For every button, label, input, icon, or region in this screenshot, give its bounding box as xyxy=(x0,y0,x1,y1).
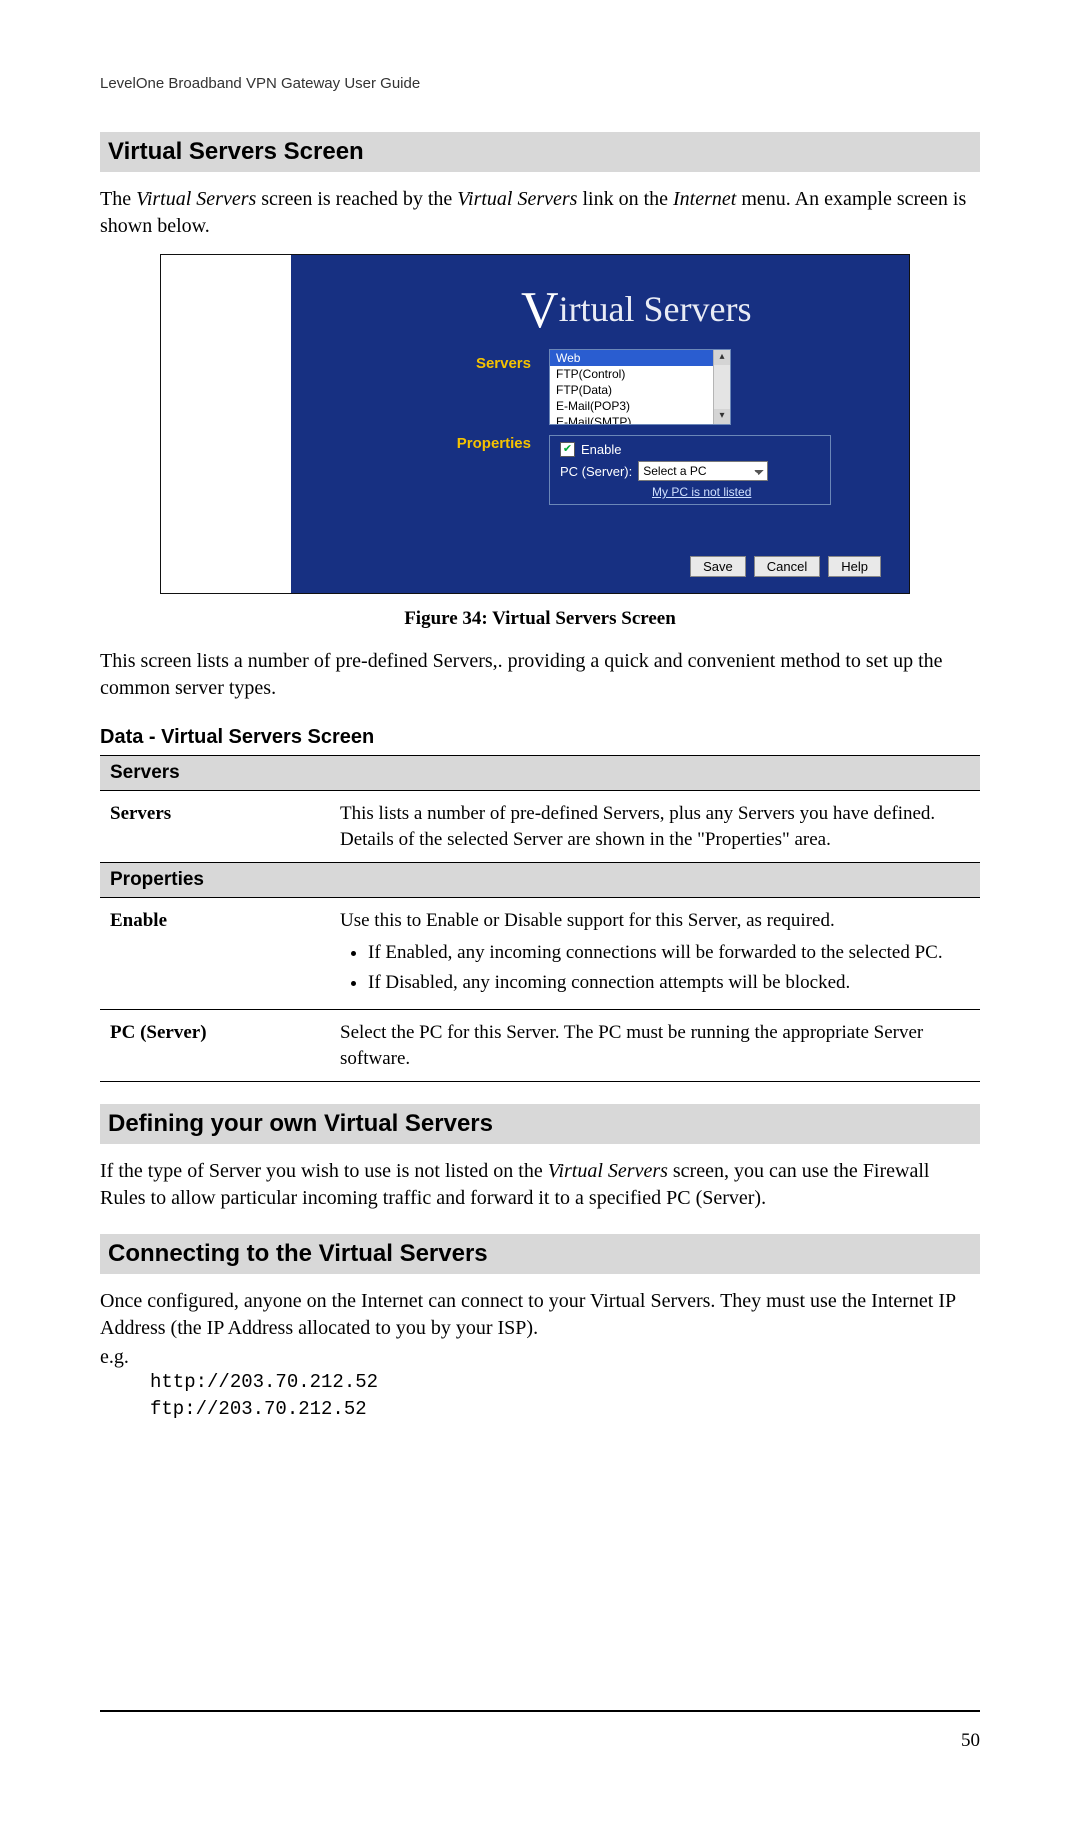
text-italic: Virtual Servers xyxy=(136,188,256,210)
help-button[interactable]: Help xyxy=(828,556,881,577)
scrollbar[interactable]: ▴ ▾ xyxy=(713,350,730,424)
section-heading-virtual-servers: Virtual Servers Screen xyxy=(100,132,980,172)
list-item[interactable]: Web xyxy=(550,350,730,366)
title-initial: V xyxy=(521,282,559,339)
title-rest: irtual Servers xyxy=(559,289,752,329)
example-url: http://203.70.212.52 xyxy=(150,1369,980,1396)
screenshot-virtual-servers: Virtual Servers Servers Properties Web F… xyxy=(160,254,910,594)
table-row: Enable Use this to Enable or Disable sup… xyxy=(100,898,980,1010)
list-item[interactable]: E-Mail(POP3) xyxy=(550,398,730,414)
text: Use this to Enable or Disable support fo… xyxy=(340,910,835,931)
defining-paragraph: If the type of Server you wish to use is… xyxy=(100,1158,980,1212)
table-row: Servers This lists a number of pre-defin… xyxy=(100,791,980,863)
section-heading-connecting: Connecting to the Virtual Servers xyxy=(100,1234,980,1274)
text-italic: Virtual Servers xyxy=(548,1160,668,1182)
screenshot-title: Virtual Servers xyxy=(521,281,752,340)
row-text: This lists a number of pre-defined Serve… xyxy=(330,791,980,863)
button-row: Save Cancel Help xyxy=(690,556,881,577)
document-header: LevelOne Broadband VPN Gateway User Guid… xyxy=(100,75,980,92)
save-button[interactable]: Save xyxy=(690,556,746,577)
table-section-servers: Servers xyxy=(100,756,980,791)
bullet: If Disabled, any incoming connection att… xyxy=(368,970,970,996)
row-label: Enable xyxy=(100,898,330,1010)
text-italic: Virtual Servers xyxy=(457,188,577,210)
row-text: Use this to Enable or Disable support fo… xyxy=(330,898,980,1010)
text: link on the xyxy=(577,188,673,210)
data-table: Servers Servers This lists a number of p… xyxy=(100,755,980,1082)
list-item[interactable]: E-Mail(SMTP) xyxy=(550,414,730,425)
table-section-properties: Properties xyxy=(100,863,980,898)
text: If the type of Server you wish to use is… xyxy=(100,1160,548,1182)
intro-paragraph: The Virtual Servers screen is reached by… xyxy=(100,186,980,240)
example-url: ftp://203.70.212.52 xyxy=(150,1396,980,1423)
section-heading-defining: Defining your own Virtual Servers xyxy=(100,1104,980,1144)
bullet: If Enabled, any incoming connections wil… xyxy=(368,940,970,966)
list-item[interactable]: FTP(Control) xyxy=(550,366,730,382)
label-servers: Servers xyxy=(411,355,531,372)
torn-edge-decoration xyxy=(161,255,291,594)
enable-checkbox[interactable]: ✔ xyxy=(560,442,575,457)
pc-server-select[interactable]: Select a PC xyxy=(638,461,768,481)
list-item[interactable]: FTP(Data) xyxy=(550,382,730,398)
text: screen is reached by the xyxy=(256,188,457,210)
page-number: 50 xyxy=(961,1730,980,1752)
page: LevelOne Broadband VPN Gateway User Guid… xyxy=(0,0,1080,1822)
table-row: PC (Server) Select the PC for this Serve… xyxy=(100,1010,980,1082)
cancel-button[interactable]: Cancel xyxy=(754,556,820,577)
servers-listbox[interactable]: Web FTP(Control) FTP(Data) E-Mail(POP3) … xyxy=(549,349,731,425)
scroll-up-icon[interactable]: ▴ xyxy=(714,350,730,365)
example-block: http://203.70.212.52 ftp://203.70.212.52 xyxy=(150,1369,980,1422)
text: The xyxy=(100,188,136,210)
properties-panel: ✔ Enable PC (Server): Select a PC My PC … xyxy=(549,435,831,505)
row-label: PC (Server) xyxy=(100,1010,330,1082)
scroll-down-icon[interactable]: ▾ xyxy=(714,409,730,424)
subsection-heading-data: Data - Virtual Servers Screen xyxy=(100,726,980,749)
my-pc-not-listed-link[interactable]: My PC is not listed xyxy=(652,485,751,499)
connecting-paragraph: Once configured, anyone on the Internet … xyxy=(100,1288,980,1342)
label-properties: Properties xyxy=(411,435,531,452)
row-label: Servers xyxy=(100,791,330,863)
row-text: Select the PC for this Server. The PC mu… xyxy=(330,1010,980,1082)
after-figure-paragraph: This screen lists a number of pre-define… xyxy=(100,648,980,702)
figure-caption: Figure 34: Virtual Servers Screen xyxy=(100,608,980,630)
footer-divider xyxy=(100,1710,980,1712)
text-italic: Internet xyxy=(673,188,736,210)
eg-label: e.g. xyxy=(100,1346,980,1369)
pc-server-label: PC (Server): xyxy=(560,464,632,479)
enable-label: Enable xyxy=(581,442,621,457)
